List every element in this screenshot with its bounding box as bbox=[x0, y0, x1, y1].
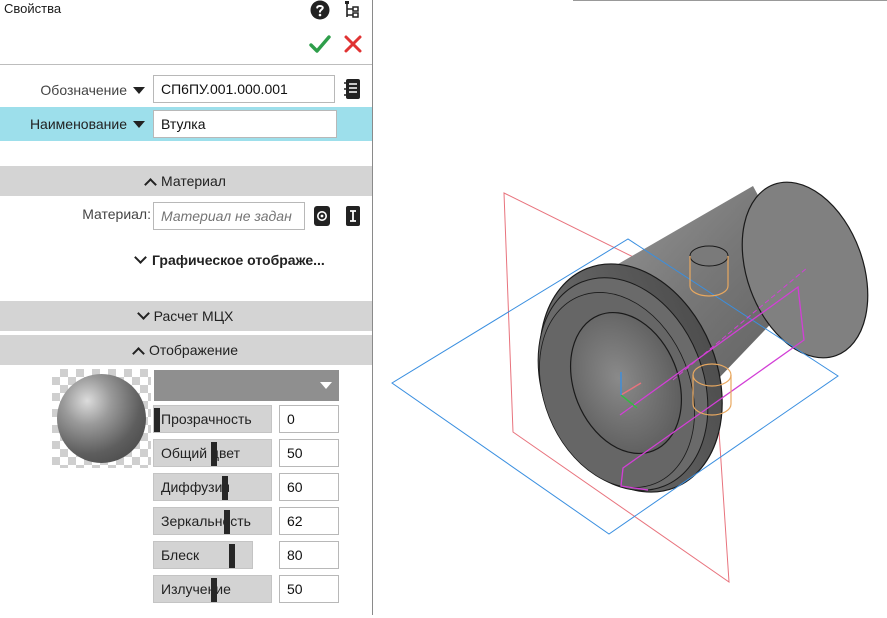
designation-input[interactable] bbox=[153, 75, 335, 103]
slider-row: Зеркальность bbox=[153, 507, 339, 535]
specular-input[interactable] bbox=[279, 507, 339, 535]
name-label: Наименование bbox=[29, 116, 127, 132]
slider-row: Общий цвет bbox=[153, 439, 339, 467]
name-label-button[interactable]: Наименование bbox=[0, 110, 145, 138]
transparency-input[interactable] bbox=[279, 405, 339, 433]
gloss-slider[interactable]: Блеск bbox=[153, 541, 253, 569]
common-color-slider[interactable]: Общий цвет bbox=[153, 439, 272, 467]
section-display-title: Отображение bbox=[148, 342, 238, 358]
section-material-title: Материал bbox=[161, 173, 226, 189]
section-material[interactable]: Материал bbox=[0, 166, 372, 196]
name-input[interactable] bbox=[153, 110, 337, 138]
model-view[interactable] bbox=[373, 0, 887, 615]
material-label: Материал: bbox=[82, 206, 151, 222]
emission-slider[interactable]: Излучение bbox=[153, 575, 272, 603]
slider-label: Блеск bbox=[161, 547, 200, 563]
slider-row: Излучение bbox=[153, 575, 339, 603]
notebook-icon[interactable] bbox=[341, 76, 365, 102]
emission-input[interactable] bbox=[279, 575, 339, 603]
chevron-down-icon bbox=[134, 250, 147, 264]
material-library-icon[interactable] bbox=[311, 203, 333, 229]
diffusion-slider[interactable]: Диффузия bbox=[153, 473, 272, 501]
material-preview bbox=[52, 369, 151, 468]
designation-label-button[interactable]: Обозначение bbox=[0, 76, 145, 104]
material-input[interactable] bbox=[153, 202, 305, 230]
transparency-slider[interactable]: Прозрачность bbox=[153, 405, 272, 433]
slider-thumb[interactable] bbox=[222, 476, 228, 500]
3d-viewport[interactable] bbox=[373, 0, 887, 615]
chevron-up-icon bbox=[144, 177, 157, 191]
section-mcx[interactable]: Расчет МЦХ bbox=[0, 301, 372, 331]
slider-row: Прозрачность bbox=[153, 405, 339, 433]
slider-row: Блеск bbox=[153, 541, 339, 569]
slider-label: Зеркальность bbox=[161, 513, 251, 529]
material-preview-sphere bbox=[57, 374, 146, 463]
section-display[interactable]: Отображение bbox=[0, 335, 372, 365]
diffusion-input[interactable] bbox=[279, 473, 339, 501]
dropdown-arrow-icon bbox=[133, 120, 145, 128]
material-book-icon[interactable] bbox=[341, 203, 365, 229]
slider-thumb[interactable] bbox=[229, 544, 235, 568]
slider-thumb[interactable] bbox=[154, 408, 160, 432]
tree-structure-icon[interactable] bbox=[342, 0, 362, 20]
top-hole bbox=[689, 245, 729, 267]
confirm-checkmark-icon[interactable] bbox=[307, 31, 333, 57]
slider-thumb[interactable] bbox=[211, 578, 217, 602]
slider-row: Диффузия bbox=[153, 473, 339, 501]
slider-label: Диффузия bbox=[161, 479, 231, 495]
common-color-input[interactable] bbox=[279, 439, 339, 467]
chevron-up-icon bbox=[132, 346, 145, 360]
help-icon[interactable] bbox=[309, 0, 331, 20]
slider-label: Прозрачность bbox=[161, 411, 252, 427]
gloss-input[interactable] bbox=[279, 541, 339, 569]
section-graphic-display[interactable]: Графическое отображе... bbox=[134, 250, 325, 268]
header-divider bbox=[0, 64, 372, 65]
specular-slider[interactable]: Зеркальность bbox=[153, 507, 272, 535]
slider-thumb[interactable] bbox=[224, 510, 230, 534]
slider-label: Общий цвет bbox=[161, 445, 240, 461]
cancel-cross-icon[interactable] bbox=[340, 31, 366, 57]
color-dropdown[interactable] bbox=[154, 370, 339, 401]
slider-thumb[interactable] bbox=[211, 442, 217, 466]
panel-title: Свойства bbox=[4, 1, 62, 16]
designation-label: Обозначение bbox=[40, 82, 127, 98]
slider-label: Излучение bbox=[161, 581, 231, 597]
section-mcx-title: Расчет МЦХ bbox=[153, 308, 234, 324]
dropdown-arrow-icon bbox=[133, 86, 145, 94]
chevron-down-icon bbox=[136, 306, 150, 320]
properties-panel: Свойства Обозначение СП6ПУ.001.000.001 Н… bbox=[0, 0, 373, 615]
section-graphic-title: Графическое отображе... bbox=[152, 252, 325, 268]
dropdown-arrow-icon bbox=[320, 382, 332, 389]
